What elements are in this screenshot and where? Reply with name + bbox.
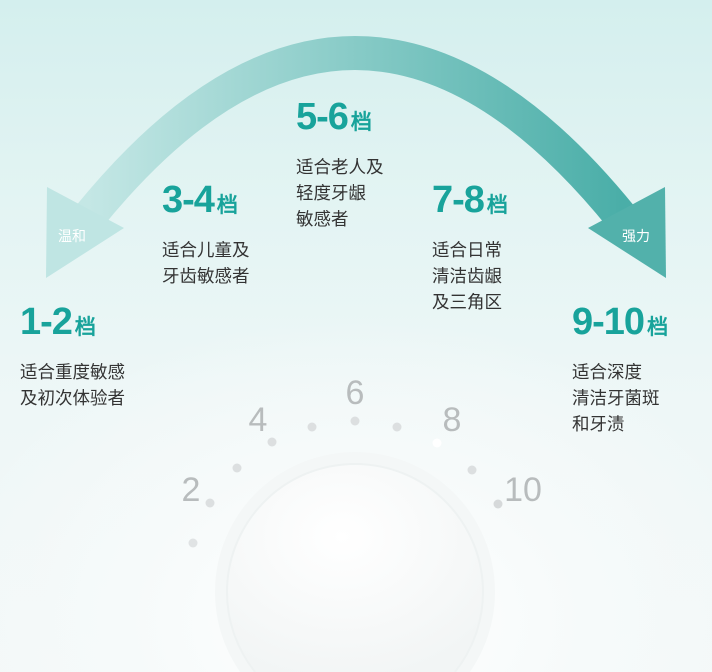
- dial-dot: [467, 465, 477, 475]
- dial-dot: [267, 437, 277, 447]
- dial-dot-active: [432, 438, 442, 448]
- level-description: 适合儿童及 牙齿敏感者: [162, 241, 250, 287]
- dial-label: 6: [345, 374, 365, 412]
- dial-dot: [307, 422, 317, 432]
- level-unit: 档: [350, 111, 372, 134]
- level-title: 7-8 档: [432, 180, 508, 226]
- level-description: 适合老人及 轻度牙龈 敏感者: [296, 158, 384, 230]
- strong-label: 强力: [622, 229, 650, 245]
- dial-dot: [350, 416, 360, 426]
- level-title: 1-2 档: [20, 302, 125, 348]
- level-range: 7-8: [432, 179, 485, 221]
- level-range: 1-2: [20, 301, 73, 343]
- dial-dot: [205, 498, 215, 508]
- level-description: 适合重度敏感 及初次体验者: [20, 363, 125, 409]
- level-title: 3-4 档: [162, 180, 250, 226]
- level-unit: 档: [216, 194, 238, 217]
- gentle-label: 温和: [58, 229, 86, 245]
- level-unit: 档: [486, 194, 508, 217]
- dial-label: 10: [504, 471, 542, 509]
- level-range: 9-10: [572, 301, 645, 343]
- level-title: 9-10 档: [572, 302, 668, 348]
- level-1-2: 1-2 档 适合重度敏感 及初次体验者: [20, 302, 125, 412]
- level-unit: 档: [647, 316, 669, 339]
- dial-label: 2: [181, 471, 201, 509]
- level-9-10: 9-10 档 适合深度 清洁牙菌斑 和牙渍: [572, 302, 668, 438]
- level-3-4: 3-4 档 适合儿童及 牙齿敏感者: [162, 180, 250, 290]
- dial-dot: [493, 499, 503, 509]
- level-description: 适合深度 清洁牙菌斑 和牙渍: [572, 363, 660, 435]
- dial-dot: [392, 422, 402, 432]
- level-range: 5-6: [296, 96, 349, 138]
- dial-label: 4: [248, 401, 268, 439]
- dial-dot: [232, 463, 242, 473]
- level-5-6: 5-6 档 适合老人及 轻度牙龈 敏感者: [296, 97, 384, 233]
- level-range: 3-4: [162, 179, 215, 221]
- level-title: 5-6 档: [296, 97, 384, 143]
- level-unit: 档: [74, 316, 96, 339]
- dial-dot: [188, 538, 198, 548]
- intensity-levels-graphic: 温和 强力 2 4 6 8 10 1-2 档 适合重度敏感 及初次体验者 3-4 档…: [0, 0, 712, 672]
- level-description: 适合日常 清洁齿龈 及三角区: [432, 241, 502, 313]
- dial-label: 8: [442, 401, 462, 439]
- level-7-8: 7-8 档 适合日常 清洁齿龈 及三角区: [432, 180, 508, 316]
